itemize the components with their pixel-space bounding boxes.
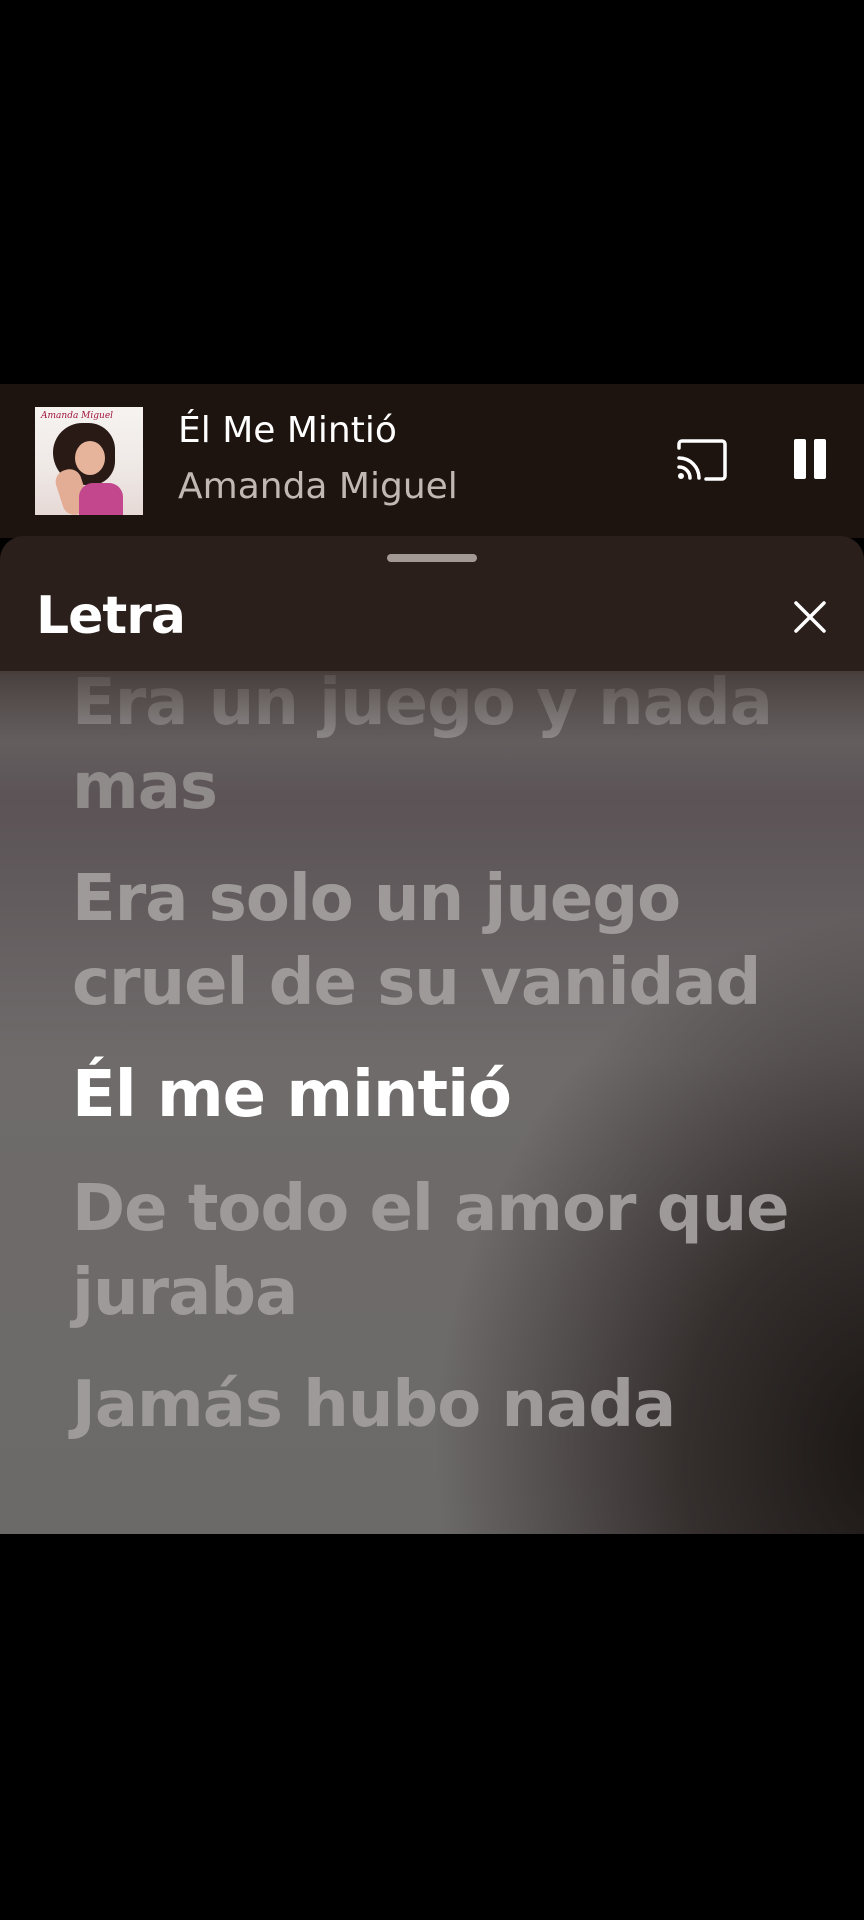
pause-button[interactable] bbox=[792, 439, 830, 481]
pause-icon-bar bbox=[814, 439, 826, 479]
status-area-blank bbox=[0, 0, 864, 384]
lyrics-list[interactable]: Era un juego y nada mas Era solo un jueg… bbox=[0, 673, 864, 1534]
lyric-line[interactable]: Jamás hubo nada bbox=[72, 1363, 676, 1447]
track-artist: Amanda Miguel bbox=[178, 466, 458, 507]
lyrics-title: Letra bbox=[36, 586, 186, 646]
lyric-line-active[interactable]: Él me mintió bbox=[72, 1053, 512, 1137]
cast-button[interactable] bbox=[676, 438, 728, 482]
lyric-line[interactable]: Era solo un juego cruel de su vanidad bbox=[72, 857, 761, 1025]
drag-handle[interactable] bbox=[387, 554, 477, 562]
lyrics-sheet: Letra Era un juego y nada mas Era solo u… bbox=[0, 536, 864, 1534]
close-button[interactable] bbox=[790, 597, 830, 637]
mini-player[interactable]: Amanda Miguel Él Me Mintió Amanda Miguel bbox=[0, 384, 864, 538]
pause-icon bbox=[794, 439, 806, 479]
album-art-face bbox=[75, 441, 105, 475]
close-icon bbox=[794, 601, 826, 633]
bottom-blank bbox=[0, 1534, 864, 1920]
album-art-signature: Amanda Miguel bbox=[41, 411, 114, 421]
track-title: Él Me Mintió bbox=[178, 410, 397, 451]
lyrics-header: Letra bbox=[0, 536, 864, 672]
cast-icon bbox=[677, 439, 727, 481]
album-art: Amanda Miguel bbox=[35, 407, 143, 515]
album-art-top bbox=[79, 483, 123, 515]
lyric-line[interactable]: De todo el amor que juraba bbox=[72, 1167, 790, 1335]
lyrics-top-fade bbox=[0, 673, 864, 743]
